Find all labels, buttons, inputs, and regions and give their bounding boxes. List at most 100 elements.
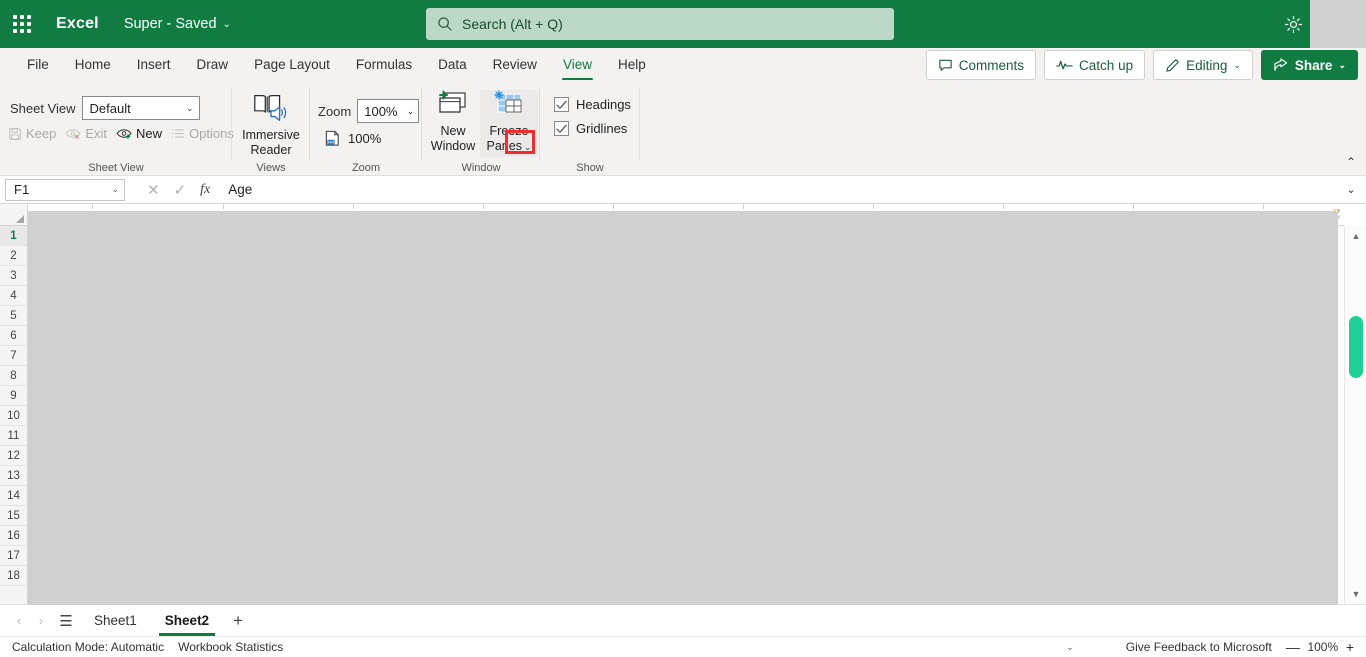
tab-formulas[interactable]: Formulas <box>343 48 425 82</box>
new-window-label: New Window <box>431 124 475 154</box>
new-window-label-line2: Window <box>430 139 476 153</box>
chevron-down-icon: ⌄ <box>111 184 119 194</box>
zoom-level-value[interactable]: 100% <box>1300 640 1346 654</box>
zoom-100-button[interactable]: 100% <box>324 130 381 147</box>
select-all-corner[interactable] <box>0 204 28 226</box>
activity-icon <box>1056 60 1073 70</box>
chevron-down-icon: ⌄ <box>222 18 231 30</box>
add-sheet-button[interactable]: + <box>223 611 253 631</box>
ribbon-group-window: New Window Freeze Panes ⌄ Window <box>422 82 540 176</box>
app-name[interactable]: Excel <box>56 15 99 33</box>
catch-up-button[interactable]: Catch up <box>1044 50 1146 80</box>
vertical-scroll-thumb[interactable] <box>1349 316 1363 378</box>
ribbon-group-sheet-view: Sheet View Default ⌄ Keep Exit New Optio… <box>0 82 234 176</box>
row-header-5[interactable]: 5 <box>0 306 27 326</box>
tab-view[interactable]: View <box>550 48 605 82</box>
row-header-14[interactable]: 14 <box>0 486 27 506</box>
keep-button: Keep <box>8 126 56 141</box>
waffle-grid <box>13 15 31 33</box>
tab-file[interactable]: File <box>14 48 62 82</box>
gridlines-checkbox[interactable]: Gridlines <box>554 121 627 136</box>
sheet-tab-sheet2[interactable]: Sheet2 <box>151 605 223 637</box>
sheet-tab-sheet1[interactable]: Sheet1 <box>80 605 151 637</box>
next-sheet-button[interactable]: › <box>30 613 52 628</box>
row-header-17[interactable]: 17 <box>0 546 27 566</box>
zoom-select[interactable]: 100% ⌄ <box>357 99 420 123</box>
tab-help[interactable]: Help <box>605 48 659 82</box>
zoom-select-value: 100% <box>364 103 398 119</box>
chevron-down-icon: ⌄ <box>1233 59 1241 70</box>
formula-input[interactable]: Age <box>228 179 1336 201</box>
sheet-tab-bar: ‹ › ☰ Sheet1 Sheet2 + <box>0 604 1366 636</box>
sheet-view-options-label: Options <box>189 126 234 141</box>
zoom-out-button[interactable]: — <box>1286 639 1300 655</box>
checkmark-icon <box>556 124 567 133</box>
row-header-12[interactable]: 12 <box>0 446 27 466</box>
expand-formula-bar-button[interactable]: ⌄ <box>1336 183 1366 196</box>
editing-button[interactable]: Editing ⌄ <box>1153 50 1253 80</box>
freeze-panes-label: Freeze Panes ⌄ <box>487 124 532 155</box>
freeze-panes-button[interactable]: Freeze Panes ⌄ <box>480 90 538 157</box>
row-header-4[interactable]: 4 <box>0 286 27 306</box>
share-button[interactable]: Share ⌄ <box>1260 50 1358 80</box>
eye-exit-icon <box>65 129 81 139</box>
row-header-6[interactable]: 6 <box>0 326 27 346</box>
give-feedback-button[interactable]: Give Feedback to Microsoft <box>1126 640 1272 654</box>
scroll-down-button[interactable]: ▼ <box>1345 584 1366 604</box>
tab-page-layout[interactable]: Page Layout <box>241 48 343 82</box>
ribbon-group-views: Immersive Reader Views <box>232 82 310 176</box>
row-header-8[interactable]: 8 <box>0 366 27 386</box>
tab-insert[interactable]: Insert <box>124 48 184 82</box>
zoom-in-button[interactable]: + <box>1346 639 1354 655</box>
row-header-3[interactable]: 3 <box>0 266 27 286</box>
tab-draw[interactable]: Draw <box>184 48 242 82</box>
insert-function-icon[interactable]: fx <box>200 182 210 198</box>
row-header-2[interactable]: 2 <box>0 246 27 266</box>
chevron-down-icon: ⌄ <box>185 102 194 113</box>
group-label-show: Show <box>576 162 604 174</box>
formula-bar: F1 ⌄ ✕ ✓ fx Age ⌄ <box>0 176 1366 204</box>
group-label-window: Window <box>461 162 501 174</box>
exit-label: Exit <box>85 126 108 141</box>
all-sheets-icon[interactable]: ☰ <box>52 612 80 630</box>
vertical-scrollbar[interactable]: ▲ ▼ <box>1344 226 1366 604</box>
search-input[interactable]: Search (Alt + Q) <box>426 8 894 40</box>
row-header-11[interactable]: 11 <box>0 426 27 446</box>
sheet-view-select-value: Default <box>89 100 131 116</box>
row-header-16[interactable]: 16 <box>0 526 27 546</box>
row-header-10[interactable]: 10 <box>0 406 27 426</box>
freeze-panes-dropdown-chevron[interactable]: ⌄ <box>524 142 532 152</box>
headings-checkbox[interactable]: Headings <box>554 97 631 112</box>
titlebar-right-gap <box>1310 0 1366 48</box>
formula-bar-icons: ✕ ✓ fx <box>147 181 210 199</box>
row-header-15[interactable]: 15 <box>0 506 27 526</box>
tab-review[interactable]: Review <box>480 48 550 82</box>
comments-button[interactable]: Comments <box>925 50 1037 80</box>
immersive-reader-button[interactable]: Immersive Reader <box>232 90 310 158</box>
app-launcher-icon[interactable] <box>0 0 44 48</box>
settings-gear-icon[interactable] <box>1278 10 1308 38</box>
name-box[interactable]: F1 ⌄ <box>5 178 125 201</box>
row-header-7[interactable]: 7 <box>0 346 27 366</box>
collapse-ribbon-button[interactable]: ⌃ <box>1346 155 1356 169</box>
row-header-13[interactable]: 13 <box>0 466 27 486</box>
status-bar: Calculation Mode: Automatic Workbook Sta… <box>0 636 1366 657</box>
row-header-18[interactable]: 18 <box>0 566 27 586</box>
previous-sheet-button[interactable]: ‹ <box>8 613 30 628</box>
new-window-button[interactable]: New Window <box>424 90 482 154</box>
zoom-100-label: 100% <box>348 131 382 146</box>
sheet-view-select[interactable]: Default ⌄ <box>81 96 200 120</box>
document-title[interactable]: Super - Saved ⌄ <box>124 16 231 32</box>
zoom-field-label: Zoom <box>318 103 352 119</box>
new-sheet-view-label: New <box>136 126 163 141</box>
tab-home[interactable]: Home <box>62 48 124 82</box>
row-header-1[interactable]: 1 <box>0 226 27 246</box>
new-sheet-view-button[interactable]: New <box>116 126 162 141</box>
tab-data[interactable]: Data <box>425 48 480 82</box>
zoom-100-icon <box>325 130 339 146</box>
row-header-9[interactable]: 9 <box>0 386 27 406</box>
scroll-up-button[interactable]: ▲ <box>1345 226 1366 246</box>
status-bar-expand-chevron[interactable]: ⌄ <box>1066 642 1074 653</box>
workbook-statistics-button[interactable]: Workbook Statistics <box>178 640 283 654</box>
ribbon-tab-strip: File Home Insert Draw Page Layout Formul… <box>0 48 1366 82</box>
